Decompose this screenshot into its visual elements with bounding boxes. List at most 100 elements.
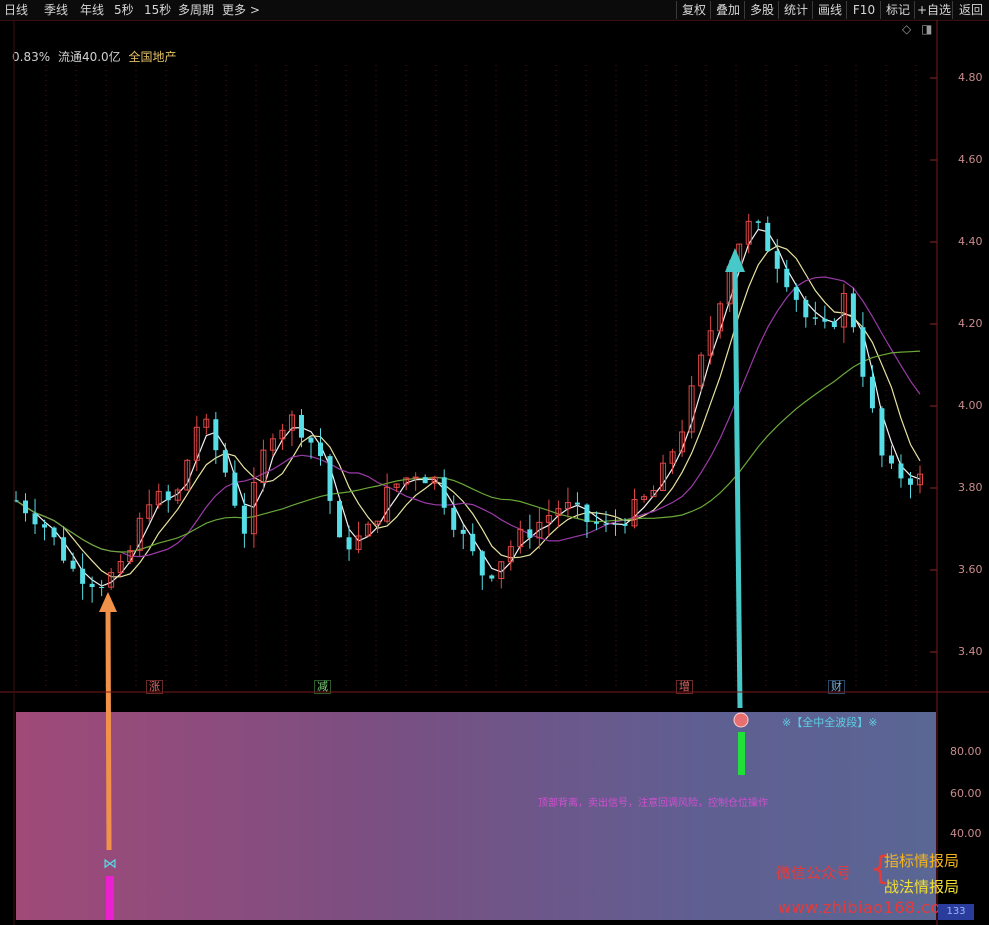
event-marker-3[interactable]: 增 <box>676 680 693 694</box>
price-tick: 4.40 <box>958 235 983 248</box>
candle-body <box>774 251 780 269</box>
ma-white-line <box>15 228 921 587</box>
candle-body <box>422 477 428 484</box>
candle-body <box>203 418 210 428</box>
candle-body <box>412 476 419 479</box>
candle-body <box>250 481 257 535</box>
price-tick: 4.00 <box>958 399 983 412</box>
candle-body <box>288 414 295 431</box>
indicator-label: ※【全中全波段】※ <box>782 716 878 729</box>
candle-body <box>393 483 400 488</box>
candle-body <box>707 330 714 356</box>
candle-body <box>441 477 447 508</box>
add-watchlist-button[interactable]: +自选 <box>914 1 953 19</box>
candle-body <box>784 268 790 288</box>
candle-body <box>89 583 95 587</box>
candle-body <box>70 560 76 569</box>
ma-purple-line <box>15 276 921 558</box>
candle-body <box>822 318 828 322</box>
event-marker-2[interactable]: 减 <box>314 680 331 694</box>
price-tick: 4.20 <box>958 317 983 330</box>
event-marker-1[interactable]: 涨 <box>146 680 163 694</box>
candle-body <box>879 408 885 456</box>
candle-body <box>80 568 86 584</box>
candle-body <box>403 477 410 485</box>
tab-15s[interactable]: 15秒 <box>144 2 171 18</box>
ma-green-line <box>15 350 921 553</box>
tab-5s[interactable]: 5秒 <box>114 2 134 18</box>
diamond-icon[interactable]: ◇ <box>902 22 911 36</box>
watermark-url[interactable]: www.zhibiao168.com <box>778 898 957 917</box>
candle-body <box>174 489 181 501</box>
candle-body <box>584 504 590 523</box>
candle-body <box>917 473 923 486</box>
candle-body <box>612 523 618 525</box>
candle-body <box>850 293 856 328</box>
change-percent: 0.83% <box>12 50 51 64</box>
candle-body <box>51 527 57 538</box>
candle-body <box>42 524 48 528</box>
candle-body <box>717 303 724 332</box>
window-toggle-icon[interactable]: ◨ <box>921 22 932 36</box>
overlay-button[interactable]: 叠加 <box>710 1 745 19</box>
draw-line-button[interactable]: 画线 <box>812 1 847 19</box>
candle-body <box>213 419 219 451</box>
multi-stock-button[interactable]: 多股 <box>744 1 779 19</box>
sector-name[interactable]: 全国地产 <box>129 50 177 64</box>
candle-body <box>127 550 134 563</box>
indicator-tick: 40.00 <box>950 827 982 840</box>
tab-yearly[interactable]: 年线 <box>80 2 104 18</box>
price-tick: 3.80 <box>958 481 983 494</box>
candle-body <box>898 463 904 479</box>
candle-body <box>555 508 562 517</box>
float-cap: 流通40.0亿 <box>57 50 121 64</box>
candle-body <box>61 537 67 561</box>
tab-multi-period[interactable]: 多周期 <box>178 2 214 18</box>
candle-body <box>146 504 153 519</box>
candle-body <box>755 221 761 223</box>
candle-body <box>545 515 552 523</box>
candle-body <box>574 502 580 505</box>
tab-daily[interactable]: 日线 <box>4 2 28 18</box>
price-tick: 4.60 <box>958 153 983 166</box>
candle-body <box>698 354 705 387</box>
candle-body <box>365 523 372 537</box>
tab-quarterly[interactable]: 季线 <box>44 2 68 18</box>
candle-body <box>327 456 333 501</box>
candle-body <box>337 500 343 538</box>
tab-more[interactable]: 更多 > <box>222 2 260 18</box>
indicator-tick: 60.00 <box>950 787 982 800</box>
candle-body <box>489 575 495 579</box>
candle-body <box>460 529 466 534</box>
candle-body <box>840 292 847 328</box>
indicator-panel[interactable] <box>16 712 936 920</box>
mark-button[interactable]: 标记 <box>880 1 915 19</box>
candle-body <box>99 586 105 588</box>
candle-body <box>155 490 162 506</box>
watermark-line3: 战法情报局 <box>884 878 960 896</box>
back-button[interactable]: 返回 <box>952 1 989 19</box>
price-tick: 3.60 <box>958 563 983 576</box>
candle-body <box>517 528 524 548</box>
candle-body <box>384 486 391 522</box>
candle-body <box>184 459 191 491</box>
indicator-note: 顶部背离，卖出信号，注意回调风险，控制仓位操作 <box>538 798 768 809</box>
candle-body <box>269 438 276 451</box>
candle-body <box>736 243 743 268</box>
candle-body <box>298 414 304 438</box>
statistics-button[interactable]: 统计 <box>778 1 813 19</box>
restore-right-button[interactable]: 复权 <box>676 1 711 19</box>
candle-body <box>498 561 505 580</box>
candle-body <box>564 502 571 510</box>
f10-button[interactable]: F10 <box>846 1 881 19</box>
candle-body <box>812 317 818 319</box>
event-marker-4[interactable]: 财 <box>828 680 845 694</box>
candle-body <box>793 287 799 300</box>
candle-body <box>660 462 667 492</box>
candle-body <box>650 490 657 498</box>
candle-body <box>603 523 609 525</box>
candle-body <box>108 572 115 588</box>
candle-body <box>165 491 171 501</box>
candle-body <box>23 500 29 514</box>
candle-body <box>622 523 628 526</box>
